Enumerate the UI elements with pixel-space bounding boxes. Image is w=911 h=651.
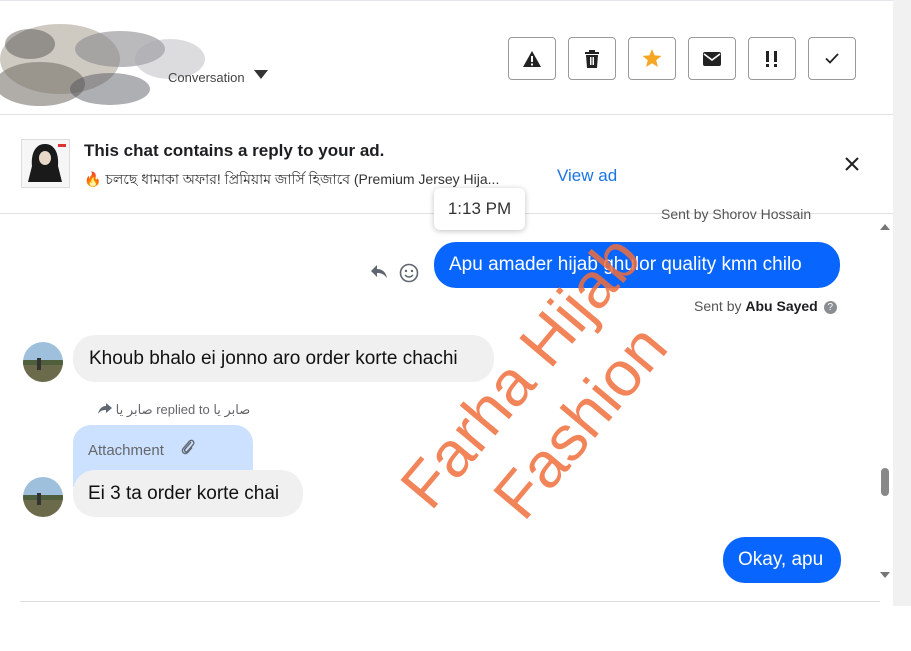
emoji-icon[interactable]	[399, 263, 419, 283]
page-scrollbar[interactable]	[893, 0, 911, 606]
message-bubble-incoming[interactable]: Khoub bhalo ei jonno aro order korte cha…	[73, 335, 494, 382]
timestamp-tooltip: 1:13 PM	[434, 188, 525, 230]
avatar[interactable]	[23, 342, 63, 382]
ad-thumbnail[interactable]	[21, 139, 70, 188]
report-button[interactable]	[508, 37, 556, 80]
mark-unread-button[interactable]	[688, 37, 736, 80]
help-icon[interactable]: ?	[823, 301, 837, 314]
star-button[interactable]	[628, 37, 676, 80]
reply-arrow-icon	[98, 403, 112, 414]
avatar[interactable]	[23, 477, 63, 517]
composer-top-edge	[20, 601, 880, 607]
replied-to-label: صابر يا replied to صابر يا	[98, 402, 250, 418]
conversation-header: Conversation	[0, 4, 893, 115]
sender-name: Abu Sayed	[745, 298, 818, 314]
ad-banner-title: This chat contains a reply to your ad.	[84, 141, 385, 160]
view-ad-link[interactable]: View ad	[557, 166, 617, 186]
paperclip-icon	[181, 439, 195, 455]
delete-button[interactable]	[568, 37, 616, 80]
message-text: Khoub bhalo ei jonno aro order korte cha…	[89, 347, 458, 369]
star-icon	[642, 49, 662, 67]
message-text: Okay, apu	[738, 549, 824, 570]
chevron-down-icon[interactable]	[254, 70, 268, 79]
conversation-label[interactable]: Conversation	[168, 70, 245, 85]
sent-by-prefix: Sent by	[694, 298, 742, 314]
envelope-icon	[703, 51, 721, 66]
scrollbar-graphic	[880, 224, 890, 578]
done-button[interactable]	[808, 37, 856, 80]
message-bubble-outgoing[interactable]: Apu amader hijab ghulor quality kmn chil…	[434, 242, 840, 288]
check-icon	[825, 53, 839, 64]
trash-icon	[585, 49, 599, 68]
sent-by-label-top: Sent by Shorov Hossain	[661, 206, 812, 222]
contact-avatar-image	[23, 477, 63, 517]
attachment-label: Attachment	[88, 442, 164, 459]
replied-text: صابر يا replied to صابر يا	[115, 402, 251, 417]
spam-button[interactable]	[748, 37, 796, 80]
contact-avatar-image	[23, 342, 63, 382]
message-text: Ei 3 ta order korte chai	[88, 482, 280, 504]
sent-by-label: Sent by Abu Sayed?	[694, 298, 837, 314]
hijab-product-image	[28, 144, 66, 182]
blurred-contact-image	[0, 14, 220, 114]
message-scrollbar[interactable]	[877, 214, 893, 586]
spam-icon	[766, 50, 777, 67]
message-text: Apu amader hijab ghulor quality kmn chil…	[449, 254, 802, 275]
close-icon[interactable]	[840, 152, 864, 176]
message-bubble-outgoing[interactable]: Okay, apu	[723, 537, 841, 583]
warning-icon	[523, 50, 541, 67]
reply-icon[interactable]	[370, 264, 388, 280]
message-bubble-incoming[interactable]: Ei 3 ta order korte chai	[73, 470, 303, 517]
watermark-line2: Fashion	[479, 311, 681, 532]
